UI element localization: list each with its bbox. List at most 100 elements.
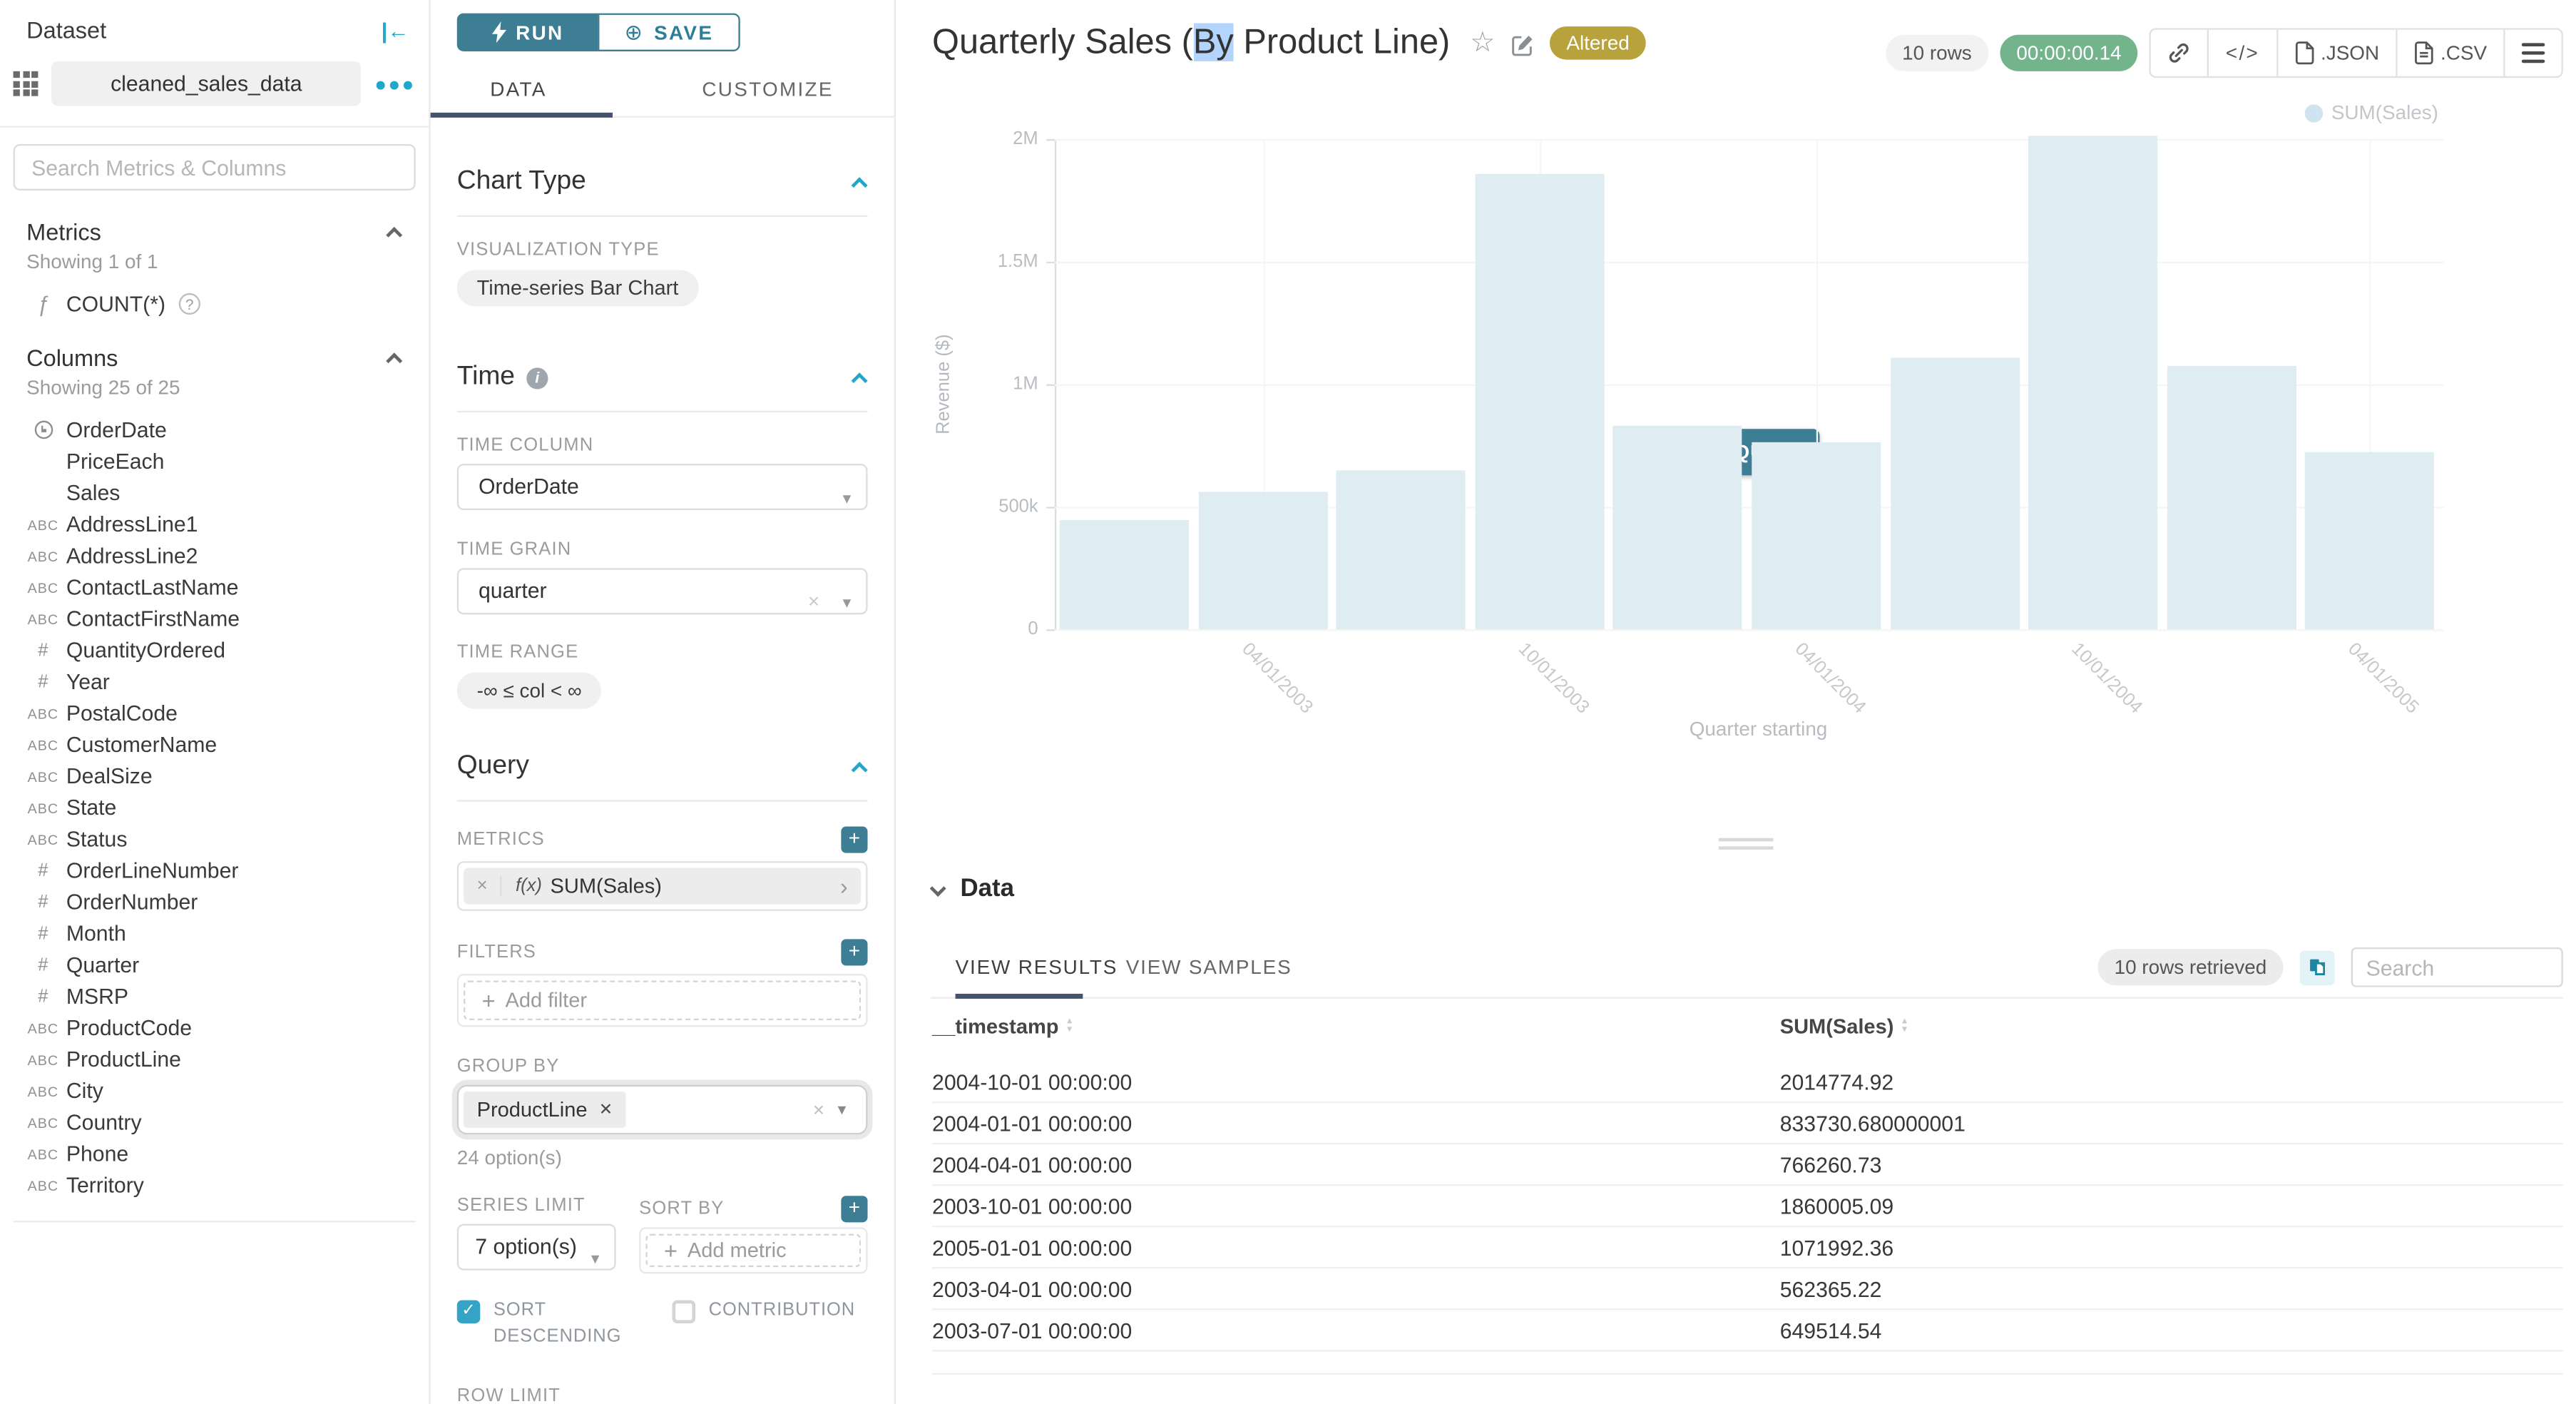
group-by-tag: ProductLine ✕: [464, 1092, 626, 1128]
number-icon: #: [24, 892, 63, 912]
group-by-label: GROUP BY: [457, 1057, 868, 1077]
collapse-metrics-icon[interactable]: [386, 226, 402, 243]
column-item[interactable]: ABCCity: [0, 1075, 429, 1107]
column-item[interactable]: ABCDealSize: [0, 760, 429, 792]
export-csv-button[interactable]: .CSV: [2398, 30, 2505, 76]
chevron-down-icon: ▾: [843, 583, 852, 626]
add-sort-metric-dropzone[interactable]: +Add metric: [645, 1234, 861, 1267]
columns-section-title: Columns: [26, 345, 118, 371]
bar-2005-01-01: [2167, 366, 2296, 629]
abc-icon: ABC: [24, 830, 63, 847]
number-icon: #: [24, 987, 63, 1007]
add-sort-metric-button[interactable]: +: [841, 1196, 867, 1222]
column-item[interactable]: #Quarter: [0, 949, 429, 980]
column-item[interactable]: ABCPostalCode: [0, 697, 429, 728]
add-filter-button[interactable]: +: [841, 939, 867, 965]
tab-view-samples[interactable]: VIEW SAMPLES: [1126, 956, 1292, 980]
run-button[interactable]: RUN: [457, 14, 598, 51]
column-item[interactable]: ABCAddressLine2: [0, 540, 429, 571]
export-json-button[interactable]: .JSON: [2278, 30, 2398, 76]
collapse-panel-icon[interactable]: |←: [382, 17, 409, 42]
column-item[interactable]: OrderDate: [0, 414, 429, 445]
help-icon[interactable]: ?: [179, 293, 200, 315]
edit-title-icon[interactable]: [1510, 32, 1535, 57]
tab-view-results[interactable]: VIEW RESULTS: [956, 956, 1118, 980]
cell-sum-sales: 2014774.92: [1780, 1062, 2563, 1102]
column-item[interactable]: Sales: [0, 477, 429, 509]
save-button[interactable]: ⊕ SAVE: [598, 14, 740, 51]
time-column-select[interactable]: OrderDate ▾: [457, 464, 868, 510]
column-item[interactable]: #MSRP: [0, 980, 429, 1012]
chevron-right-icon[interactable]: ›: [827, 873, 861, 899]
embed-code-button[interactable]: </>: [2209, 30, 2278, 76]
sort-descending-checkbox[interactable]: ✓: [457, 1300, 481, 1323]
column-item[interactable]: #OrderLineNumber: [0, 855, 429, 886]
column-item[interactable]: #QuantityOrdered: [0, 634, 429, 666]
tab-data[interactable]: DATA: [490, 78, 546, 101]
column-item[interactable]: #OrderNumber: [0, 886, 429, 917]
abc-icon: ABC: [24, 705, 63, 721]
column-item[interactable]: ABCCountry: [0, 1107, 429, 1138]
column-header-timestamp[interactable]: __timestamp ▴▾: [932, 1015, 1072, 1039]
add-metric-button[interactable]: +: [841, 826, 867, 853]
column-item[interactable]: ABCProductCode: [0, 1012, 429, 1043]
column-item[interactable]: ABCContactLastName: [0, 571, 429, 603]
viz-type-value[interactable]: Time-series Bar Chart: [457, 270, 698, 306]
column-item[interactable]: ABCProductLine: [0, 1044, 429, 1075]
copy-data-button[interactable]: [2300, 950, 2335, 985]
column-item[interactable]: ABCCustomerName: [0, 729, 429, 760]
chart-menu-button[interactable]: [2505, 30, 2562, 76]
column-item[interactable]: ABCStatus: [0, 823, 429, 855]
column-item[interactable]: PriceEach: [0, 446, 429, 477]
y-tick-label: 0: [952, 619, 1038, 639]
tab-customize[interactable]: CUSTOMIZE: [702, 78, 833, 101]
remove-tag-icon[interactable]: ✕: [599, 1101, 613, 1119]
remove-metric-icon[interactable]: ×: [464, 876, 502, 896]
cell-timestamp: 2003-07-01 00:00:00: [932, 1310, 1780, 1350]
x-tick-label: 10/01/2003: [1514, 639, 1593, 718]
column-item[interactable]: ABCTerritory: [0, 1169, 429, 1201]
chevron-down-icon: ▾: [591, 1239, 600, 1282]
column-item[interactable]: #Year: [0, 666, 429, 697]
metrics-columns-search-input[interactable]: [14, 144, 416, 190]
share-link-button[interactable]: [2151, 30, 2209, 76]
abc-icon: ABC: [24, 768, 63, 784]
y-tick-mark: [1046, 139, 1055, 141]
metric-pill[interactable]: × f(x) SUM(Sales) ›: [464, 868, 861, 905]
column-item[interactable]: ABCState: [0, 792, 429, 823]
column-item[interactable]: ABCPhone: [0, 1138, 429, 1169]
legend-item[interactable]: SUM(Sales): [2305, 101, 2438, 125]
metric-item[interactable]: ƒ COUNT(*) ?: [24, 292, 403, 317]
contribution-label: CONTRIBUTION: [709, 1298, 856, 1351]
time-range-value[interactable]: -∞ ≤ col < ∞: [457, 673, 602, 709]
collapse-data-icon[interactable]: [930, 880, 946, 897]
chart-title[interactable]: Quarterly Sales (By Product Line): [932, 24, 1450, 63]
column-header-sum-sales[interactable]: SUM(Sales) ▴▾: [1780, 1015, 1907, 1039]
add-filter-dropzone[interactable]: +Add filter: [464, 980, 861, 1020]
cell-sum-sales: 1071992.36: [1780, 1227, 2563, 1267]
column-item[interactable]: #Month: [0, 917, 429, 949]
dataset-name[interactable]: cleaned_sales_data: [51, 61, 362, 106]
panel-resize-handle[interactable]: [1719, 838, 1774, 855]
column-item[interactable]: ABCContactFirstName: [0, 603, 429, 634]
clear-icon[interactable]: ×: [813, 1098, 824, 1121]
column-name: ProductCode: [66, 1015, 192, 1040]
time-grain-select[interactable]: quarter × ▾: [457, 568, 868, 614]
dataset-more-icon[interactable]: ●●●: [374, 72, 415, 96]
cell-sum-sales: 1860005.09: [1780, 1186, 2563, 1226]
favorite-star-icon[interactable]: ☆: [1470, 26, 1495, 59]
collapse-section-icon[interactable]: [852, 372, 868, 388]
collapse-section-icon[interactable]: [852, 761, 868, 778]
contribution-checkbox[interactable]: [673, 1300, 696, 1323]
clear-icon[interactable]: ×: [808, 580, 819, 623]
collapse-columns-icon[interactable]: [386, 352, 402, 368]
time-section-title: Time: [457, 362, 515, 392]
abc-icon: ABC: [24, 547, 63, 564]
table-search-input[interactable]: [2351, 947, 2563, 987]
y-tick-label: 2M: [952, 129, 1038, 149]
collapse-section-icon[interactable]: [852, 176, 868, 193]
group-by-select[interactable]: ProductLine ✕ × ▾: [457, 1085, 868, 1135]
column-item[interactable]: ABCAddressLine1: [0, 509, 429, 540]
series-limit-select[interactable]: 7 option(s) ▾: [457, 1224, 616, 1271]
info-icon[interactable]: i: [526, 367, 548, 388]
